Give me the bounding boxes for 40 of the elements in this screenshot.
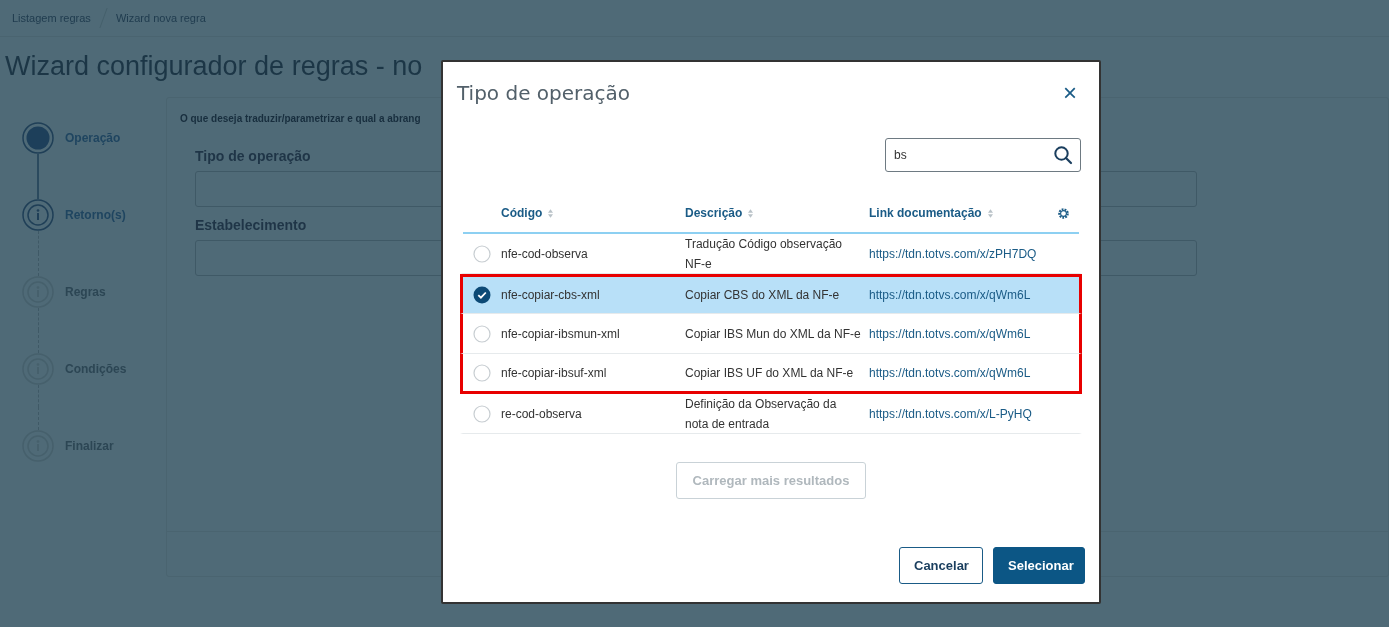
modal-title: Tipo de operação <box>457 81 630 105</box>
table-row[interactable]: re-cod-observa Definição da Observação da nota de entrada https://tdn.totvs.com/x/L-PyHQ <box>460 394 1082 434</box>
step-current-icon[interactable] <box>22 121 54 154</box>
table-cell-text: Copiar IBS UF do XML da NF-e <box>685 364 854 382</box>
table-cell-text: nfe-copiar-ibsmun-xml <box>501 325 620 343</box>
radio-button[interactable] <box>473 244 491 263</box>
table-cell-text: Copiar CBS do XML da NF-e <box>685 287 840 304</box>
documentation-link[interactable]: https://tdn.totvs.com/x/qWm6L <box>869 362 1031 383</box>
radio-checked-icon[interactable] <box>473 286 491 304</box>
column-header[interactable]: Descrição <box>685 206 743 220</box>
table-cell-text: Definição da Observação da nota de entrada <box>685 395 838 433</box>
sort-icon[interactable] <box>987 208 993 218</box>
sort-icon[interactable] <box>748 208 754 218</box>
table-cell-text: re-cod-observa <box>501 405 582 423</box>
form-intro: O que deseja traduzir/parametrizar e qual a abrang <box>179 113 421 124</box>
cancel-button[interactable]: Cancelar <box>899 547 983 584</box>
documentation-link[interactable]: https://tdn.totvs.com/x/qWm6L <box>869 285 1031 305</box>
column-header[interactable]: Link documentação <box>869 206 982 220</box>
radio-button[interactable] <box>473 404 491 423</box>
table-cell-text: nfe-cod-observa <box>501 245 588 263</box>
documentation-link[interactable]: https://tdn.totvs.com/x/qWm6L <box>869 323 1031 344</box>
step-info-icon[interactable] <box>22 198 54 231</box>
table-row[interactable]: nfe-copiar-cbs-xml Copiar CBS do XML da NF-e https://tdn.totvs.com/x/qWm6L <box>460 274 1082 314</box>
table-row[interactable]: nfe-copiar-ibsuf-xml Copiar IBS UF do XML da NF-e https://tdn.totvs.com/x/qWm6L <box>460 354 1082 394</box>
table-cell-text: Copiar IBS Mun do XML da NF-e <box>685 325 861 343</box>
search-field[interactable]: bs <box>885 138 1081 172</box>
close-button[interactable]: × <box>1057 81 1083 105</box>
search-icon[interactable] <box>1053 145 1073 165</box>
documentation-link[interactable]: https://tdn.totvs.com/x/L-PyHQ <box>869 403 1032 424</box>
sort-icon[interactable] <box>548 208 554 218</box>
table-cell-text: nfe-copiar-ibsuf-xml <box>501 364 607 382</box>
documentation-link[interactable]: https://tdn.totvs.com/x/zPH7DQ <box>869 243 1037 264</box>
table-cell-text: nfe-copiar-cbs-xml <box>501 287 600 304</box>
radio-button[interactable] <box>473 324 491 343</box>
radio-button[interactable] <box>473 363 491 382</box>
settings-icon[interactable] <box>1056 206 1070 220</box>
column-header[interactable]: Código <box>501 206 543 220</box>
table-cell-text: Tradução Código observação NF-e <box>685 235 843 273</box>
select-button[interactable]: Selecionar <box>993 547 1085 584</box>
table-row[interactable]: nfe-copiar-ibsmun-xml Copiar IBS Mun do XML da NF-e https://tdn.totvs.com/x/qWm6L <box>460 314 1082 354</box>
